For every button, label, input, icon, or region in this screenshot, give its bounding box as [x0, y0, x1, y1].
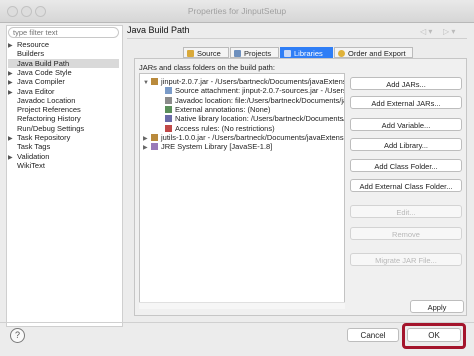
back-arrow-icon[interactable]: ◁ ▾ — [420, 27, 432, 36]
migrate-jar-button[interactable]: Migrate JAR File... — [350, 253, 462, 266]
help-icon[interactable]: ? — [10, 328, 25, 343]
filter-input[interactable] — [8, 27, 119, 38]
nav-item-builders[interactable]: Builders — [8, 49, 119, 58]
tab-order-and-export[interactable]: Order and Export — [334, 47, 413, 58]
tree-row[interactable]: Javadoc location: file:/Users/bartneck/D… — [157, 95, 345, 105]
add-jars-button[interactable]: Add JARs... — [350, 77, 462, 90]
apply-button[interactable]: Apply — [410, 300, 464, 313]
build-path-tree[interactable]: ▼ jinput-2.0.7.jar - /Users/bartneck/Docu… — [139, 73, 345, 308]
forward-arrow-icon[interactable]: ▷ ▾ — [443, 27, 455, 36]
nav-item-label: Project References — [17, 105, 81, 115]
projects-icon — [234, 50, 241, 57]
add-external-jars-button[interactable]: Add External JARs... — [350, 96, 462, 109]
libraries-icon — [284, 50, 291, 57]
nav-item-resource[interactable]: ▶ Resource — [8, 40, 119, 49]
tree-row[interactable]: Access rules: (No restrictions) — [157, 124, 275, 133]
tree-row[interactable]: ▶ jutils-1.0.0.jar - /Users/bartneck/Docu… — [143, 132, 345, 142]
tree-row-label: Native library location: /Users/bartneck… — [175, 114, 344, 124]
tree-row-label: jutils-1.0.0.jar - /Users/bartneck/Docum… — [161, 132, 345, 142]
source-attachment-icon — [165, 87, 172, 95]
nav-item-java-build-path[interactable]: Java Build Path — [8, 58, 119, 68]
source-folder-icon — [187, 50, 194, 57]
window-title: Properties for JinputSetup — [187, 6, 287, 16]
add-external-class-folder-button[interactable]: Add External Class Folder... — [350, 179, 462, 192]
tree-row[interactable]: ▼ jinput-2.0.7.jar - /Users/bartneck/Docu… — [143, 77, 345, 88]
nav-item-label: Builders — [17, 49, 45, 59]
access-rules-icon — [165, 124, 172, 132]
nav-item-refactoring-history[interactable]: Refactoring History — [8, 114, 119, 123]
nav-item-project-references[interactable]: Project References — [8, 105, 119, 114]
tab-projects[interactable]: Projects — [230, 47, 279, 58]
remove-button[interactable]: Remove — [350, 227, 462, 240]
nav-item-task-tags[interactable]: Task Tags — [8, 142, 119, 151]
nav-item-label: Task Tags — [17, 142, 51, 152]
javadoc-icon — [165, 96, 172, 104]
tree-row[interactable]: ▶ JRE System Library [JavaSE-1.8] — [143, 142, 272, 151]
nav-item-label: Java Compiler — [17, 77, 65, 87]
jar-icon — [151, 133, 158, 141]
annotations-icon — [165, 105, 172, 113]
tree-row-label: jinput-2.0.7.jar - /Users/bartneck/Docum… — [161, 77, 345, 86]
tree-row-label: Source attachment: jinput-2.0.7-sources.… — [175, 86, 344, 96]
ok-button[interactable]: OK — [407, 328, 461, 342]
horizontal-scrollbar[interactable] — [139, 302, 345, 309]
cancel-button[interactable]: Cancel — [347, 328, 399, 342]
tab-source[interactable]: Source — [183, 47, 229, 58]
nav-item-label: WikiText — [17, 160, 45, 170]
library-icon — [151, 143, 158, 151]
order-export-icon — [338, 50, 345, 57]
tree-toggle-icon[interactable]: ▶ — [143, 144, 151, 153]
nav-item-label: Java Code Style — [17, 67, 72, 77]
nav-item-run-debug-settings[interactable]: Run/Debug Settings — [8, 124, 119, 133]
tab-libraries[interactable]: Libraries — [280, 47, 333, 58]
tree-row-label: JRE System Library [JavaSE-1.8] — [161, 142, 273, 152]
tree-row[interactable]: Source attachment: jinput-2.0.7-sources.… — [157, 86, 344, 96]
nav-item-label: Run/Debug Settings — [17, 123, 85, 133]
tree-row-label: Access rules: (No restrictions) — [175, 123, 275, 133]
nav-item-task-repository[interactable]: ▶ Task Repository — [8, 133, 119, 142]
header-divider — [127, 38, 467, 39]
edit-button[interactable]: Edit... — [350, 205, 462, 218]
page-title: Java Build Path — [127, 25, 190, 35]
nav-item-java-compiler[interactable]: ▶ Java Compiler — [8, 77, 119, 86]
nav-item-label: Javadoc Location — [17, 95, 76, 105]
tree-toggle-icon[interactable]: ▼ — [143, 79, 151, 88]
nav-item-validation[interactable]: ▶ Validation — [8, 152, 119, 161]
jar-icon — [151, 78, 158, 85]
tree-row-label: Javadoc location: file:/Users/bartneck/D… — [175, 95, 345, 105]
native-library-icon — [165, 115, 172, 123]
jars-heading: JARs and class folders on the build path… — [139, 63, 275, 72]
nav-item-label: Resource — [17, 40, 50, 49]
nav-item-label: Refactoring History — [17, 114, 81, 124]
nav-item-label: Task Repository — [17, 133, 71, 142]
tree-row[interactable]: Native library location: /Users/bartneck… — [157, 114, 344, 124]
nav-item-javadoc-location[interactable]: Javadoc Location — [8, 96, 119, 105]
nav-item-label: Java Build Path — [17, 58, 70, 68]
tree-row[interactable]: External annotations: (None) — [157, 105, 270, 114]
nav-item-java-code-style[interactable]: ▶ Java Code Style — [8, 68, 119, 77]
nav-item-java-editor[interactable]: ▶ Java Editor — [8, 87, 119, 96]
add-library-button[interactable]: Add Library... — [350, 138, 462, 151]
nav-item-wikitext[interactable]: WikiText — [8, 161, 119, 170]
add-variable-button[interactable]: Add Variable... — [350, 118, 462, 131]
nav-item-label: Java Editor — [17, 86, 55, 96]
nav-item-label: Validation — [17, 151, 50, 161]
tree-row-label: External annotations: (None) — [175, 104, 271, 114]
add-class-folder-button[interactable]: Add Class Folder... — [350, 159, 462, 172]
